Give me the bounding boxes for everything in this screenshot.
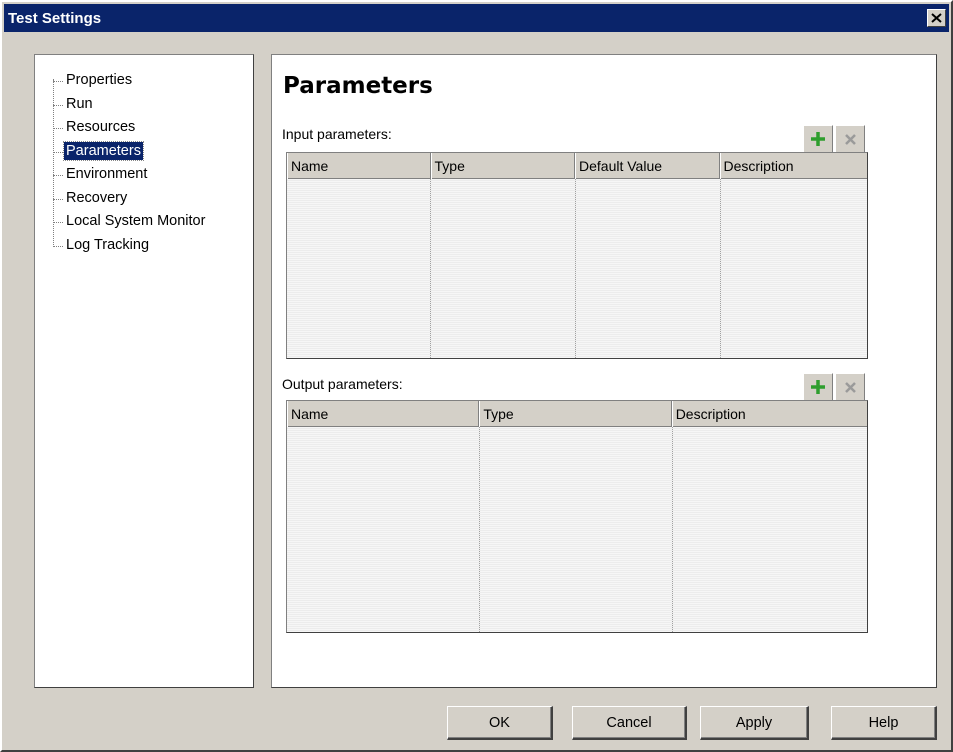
window-title: Test Settings <box>8 9 102 27</box>
column-header-default-value[interactable]: Default Value <box>575 153 720 179</box>
tree-item-label: Parameters <box>63 140 144 161</box>
apply-button[interactable]: Apply <box>700 706 809 740</box>
cancel-button[interactable]: Cancel <box>572 706 687 740</box>
input-parameters-label: Input parameters: <box>282 126 392 142</box>
tree-stub <box>53 104 63 106</box>
settings-tree: Properties Run Resources Parameters Envi… <box>34 54 254 688</box>
tree-item-label: Properties <box>66 72 133 88</box>
output-parameters-grid[interactable]: Name Type Description <box>286 400 868 633</box>
column-header-type[interactable]: Type <box>430 153 575 179</box>
column-divider <box>672 427 673 632</box>
tree-item-label: Recovery <box>66 189 128 206</box>
add-output-parameter-button[interactable] <box>803 373 833 401</box>
column-divider <box>720 179 721 358</box>
column-divider <box>479 427 480 632</box>
tree-stub <box>53 198 63 200</box>
tree-item-local-system-monitor[interactable]: Local System Monitor <box>35 210 253 234</box>
tree-stub <box>53 151 63 153</box>
tree-stub <box>53 245 63 247</box>
output-grid-header: Name Type Description <box>287 401 867 427</box>
tree-item-label: Resources <box>66 119 136 135</box>
column-divider <box>430 179 431 358</box>
tree-item-label: Environment <box>66 166 148 182</box>
column-header-name[interactable]: Name <box>287 153 431 179</box>
tree-item-parameters[interactable]: Parameters <box>35 140 253 164</box>
add-input-parameter-button[interactable] <box>803 125 833 153</box>
tree-stub <box>53 81 63 82</box>
x-icon <box>844 381 856 393</box>
title-bar[interactable]: Test Settings <box>4 4 949 32</box>
tree-item-log-tracking[interactable]: Log Tracking <box>35 234 253 258</box>
column-header-name[interactable]: Name <box>287 401 480 427</box>
page-title: Parameters <box>283 73 433 99</box>
tree-stub <box>53 222 63 223</box>
input-grid-body[interactable] <box>287 179 867 358</box>
tree-item-properties[interactable]: Properties <box>35 69 253 93</box>
plus-icon <box>811 380 825 394</box>
tree-item-environment[interactable]: Environment <box>35 163 253 187</box>
remove-output-parameter-button[interactable] <box>835 373 865 401</box>
ok-button[interactable]: OK <box>447 706 553 740</box>
tree-item-resources[interactable]: Resources <box>35 116 253 140</box>
plus-icon <box>811 132 825 146</box>
output-parameters-label: Output parameters: <box>282 376 403 392</box>
tree-item-label: Run <box>66 95 93 112</box>
column-header-type[interactable]: Type <box>479 401 672 427</box>
tree-stub <box>53 128 63 129</box>
tree-item-recovery[interactable]: Recovery <box>35 187 253 211</box>
test-settings-dialog: Test Settings Properties Run Resources P… <box>0 0 953 752</box>
column-divider <box>575 179 576 358</box>
column-header-description[interactable]: Description <box>719 153 867 179</box>
column-header-description[interactable]: Description <box>671 401 867 427</box>
x-icon <box>844 133 856 145</box>
tree-item-run[interactable]: Run <box>35 93 253 117</box>
output-grid-body[interactable] <box>287 427 867 632</box>
close-button[interactable] <box>927 9 946 27</box>
help-button[interactable]: Help <box>831 706 937 740</box>
tree-item-label: Local System Monitor <box>66 213 206 229</box>
input-parameters-grid[interactable]: Name Type Default Value Description <box>286 152 868 359</box>
tree-item-label: Log Tracking <box>66 236 150 253</box>
tree-stub <box>53 175 63 176</box>
parameters-panel: Parameters Input parameters: Name Type D… <box>271 54 937 688</box>
close-icon <box>931 13 942 23</box>
input-grid-header: Name Type Default Value Description <box>287 153 867 179</box>
remove-input-parameter-button[interactable] <box>835 125 865 153</box>
